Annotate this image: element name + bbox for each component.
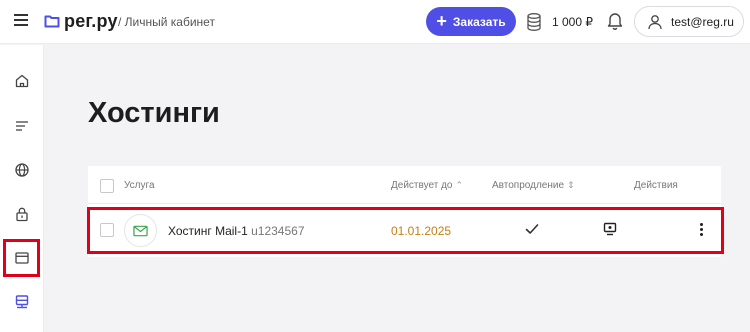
table-row[interactable]: Хостинг Mail-1 u1234567 01.01.2025: [88, 206, 721, 254]
column-expires-label: Действует до: [391, 180, 453, 191]
sort-both-icon: ⇕: [567, 180, 575, 190]
column-expires[interactable]: Действует до ⌃: [391, 180, 463, 191]
bell-icon[interactable]: [606, 11, 624, 31]
user-icon: [648, 14, 662, 29]
service-name-text: Хостинг Mail-1: [168, 224, 248, 238]
balance[interactable]: 1 000 ₽: [552, 15, 593, 29]
service-id: u1234567: [251, 224, 305, 238]
expiry-date: 01.01.2025: [391, 224, 452, 238]
service-icon-circle: [124, 214, 157, 247]
more-actions-icon[interactable]: [699, 222, 705, 238]
sidebar: [0, 45, 44, 332]
sidebar-item-list[interactable]: [10, 114, 34, 138]
lock-icon: [16, 207, 28, 222]
active-item-highlight: [3, 239, 40, 277]
sort-icon: ⌃: [455, 180, 464, 190]
sidebar-item-hosting[interactable]: [10, 290, 34, 314]
user-email: test@reg.ru: [671, 14, 734, 29]
list-icon: [16, 121, 28, 131]
column-autorenew-label: Автопродление: [492, 180, 565, 191]
top-bar: рег.ру / Личный кабинет + Заказать 1 000…: [0, 0, 750, 44]
hosting-server-icon: [15, 295, 29, 309]
table-header: Услуга Действует до ⌃ Автопродление ⇕ Дейс…: [88, 166, 721, 204]
order-button[interactable]: + Заказать: [426, 7, 516, 36]
user-menu-button[interactable]: test@reg.ru: [634, 6, 744, 37]
sidebar-item-home[interactable]: [10, 69, 34, 93]
globe-icon: [15, 163, 29, 177]
logo-text: рег.ру: [64, 10, 118, 31]
checkmark-icon: [525, 224, 539, 234]
control-panel-icon[interactable]: [603, 222, 617, 236]
page-title: Хостинги: [88, 97, 220, 129]
sidebar-item-domains[interactable]: [10, 158, 34, 182]
select-all-checkbox[interactable]: [100, 179, 114, 193]
row-checkbox[interactable]: [100, 223, 114, 237]
hosting-table: Услуга Действует до ⌃ Автопродление ⇕ Дейс…: [88, 166, 721, 257]
breadcrumb: / Личный кабинет: [118, 15, 215, 29]
menu-icon[interactable]: [14, 14, 28, 26]
coins-icon[interactable]: [526, 12, 544, 32]
sidebar-item-ssl[interactable]: [10, 202, 34, 226]
order-button-label: Заказать: [452, 14, 506, 29]
logo[interactable]: рег.ру: [44, 10, 118, 32]
column-actions: Действия: [634, 180, 678, 191]
column-service: Услуга: [124, 180, 155, 191]
plus-icon: +: [436, 10, 447, 31]
folder-logo-icon: [44, 15, 60, 28]
mail-icon: [133, 225, 148, 236]
column-autorenew[interactable]: Автопродление ⇕: [492, 180, 575, 191]
service-name[interactable]: Хостинг Mail-1 u1234567: [168, 224, 305, 238]
home-icon: [15, 74, 29, 88]
